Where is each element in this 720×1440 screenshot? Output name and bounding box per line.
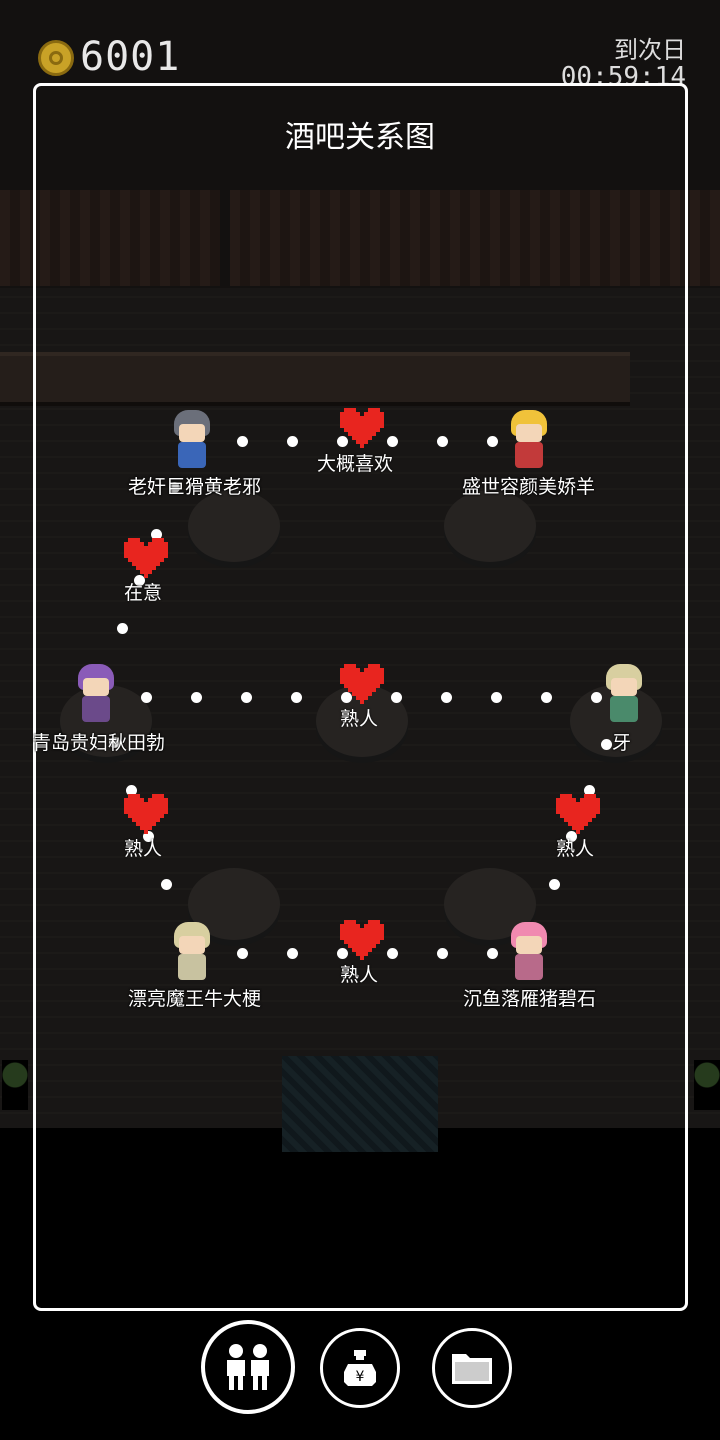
folder-icon [452,1354,492,1384]
character-name: 盛世容颜美娇羊 [462,476,596,498]
connection-dot [387,436,398,447]
heart-icon [340,664,384,704]
character-name: 青岛贵妇秋田勃 [32,732,166,754]
character-portrait[interactable] [170,410,214,470]
money-counter: 6001 [80,34,181,80]
relation-label: 熟人 [340,964,379,986]
shop-button[interactable]: ¥ [320,1328,400,1408]
connection-dot [487,436,498,447]
character-name: 漂亮魔王牛大梗 [128,988,262,1010]
connection-dot [387,948,398,959]
svg-text:¥: ¥ [356,1369,365,1385]
coin-icon [38,40,74,76]
connection-dot [117,623,128,634]
heart-icon [124,794,168,834]
character-portrait[interactable] [507,922,551,982]
heart-icon [340,408,384,448]
connection-dot [287,948,298,959]
relation-label: 熟人 [556,838,595,860]
relation-label: 在意 [124,582,163,604]
connection-dot [437,436,448,447]
connection-dot [591,692,602,703]
connection-dot [241,692,252,703]
character-name: 牙 [612,732,632,754]
connection-dot [141,692,152,703]
relation-label: 熟人 [124,838,163,860]
connection-dot [549,879,560,890]
connection-dot [391,692,402,703]
connection-dot [237,948,248,959]
connection-dot [237,436,248,447]
character-portrait[interactable] [507,410,551,470]
connection-dot [441,692,452,703]
character-portrait[interactable] [170,922,214,982]
character-name: 老奸巨猾黄老邪 [128,476,262,498]
folder-button[interactable] [432,1328,512,1408]
connection-dot [191,692,202,703]
money-bag-icon: ¥ [344,1350,376,1386]
connection-dot [437,948,448,959]
next-day-label: 到次日 [614,36,686,64]
panel-title: 酒吧关系图 [285,120,435,155]
connection-dot [287,436,298,447]
heart-icon [340,920,384,960]
connection-dot [491,692,502,703]
relationship-map-button[interactable] [201,1320,295,1414]
relation-label: 大概喜欢 [317,453,394,475]
connection-dot [541,692,552,703]
connection-dot [161,879,172,890]
heart-icon [124,538,168,578]
relation-label: 熟人 [340,708,379,730]
heart-icon [556,794,600,834]
connection-dot [291,692,302,703]
character-portrait[interactable] [74,664,118,724]
connection-dot [487,948,498,959]
connection-dot [601,739,612,750]
character-name: 沉鱼落雁猪碧石 [463,988,597,1010]
people-icon [227,1344,269,1390]
character-portrait[interactable] [602,664,646,724]
